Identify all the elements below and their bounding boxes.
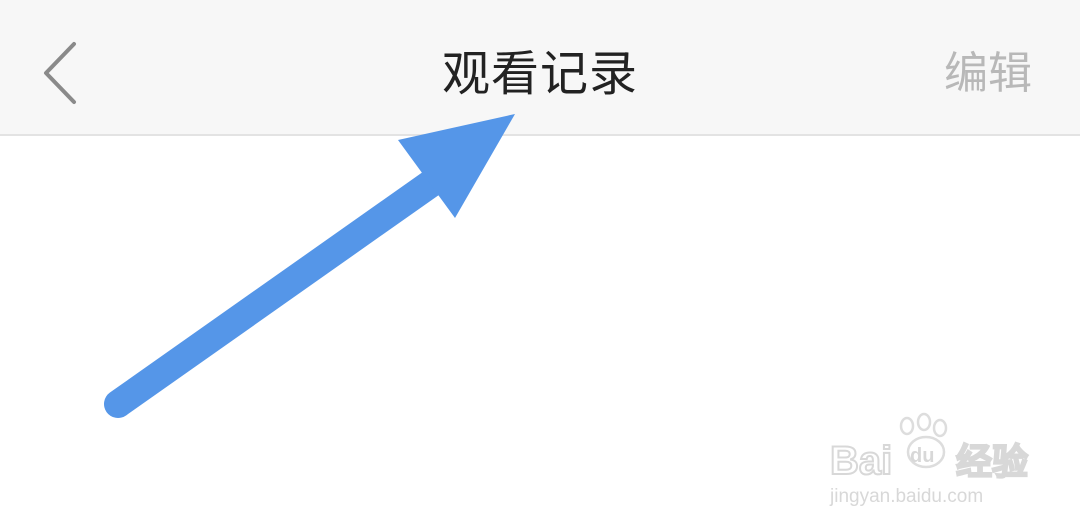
navigation-bar: 观看记录 编辑 [0,0,1080,136]
screen: 观看记录 编辑 Bai du 经验 jingyan.baidu.com [0,0,1080,532]
edit-button[interactable]: 编辑 [944,44,1032,104]
page-title: 观看记录 [441,46,638,102]
content-area [0,136,1080,532]
